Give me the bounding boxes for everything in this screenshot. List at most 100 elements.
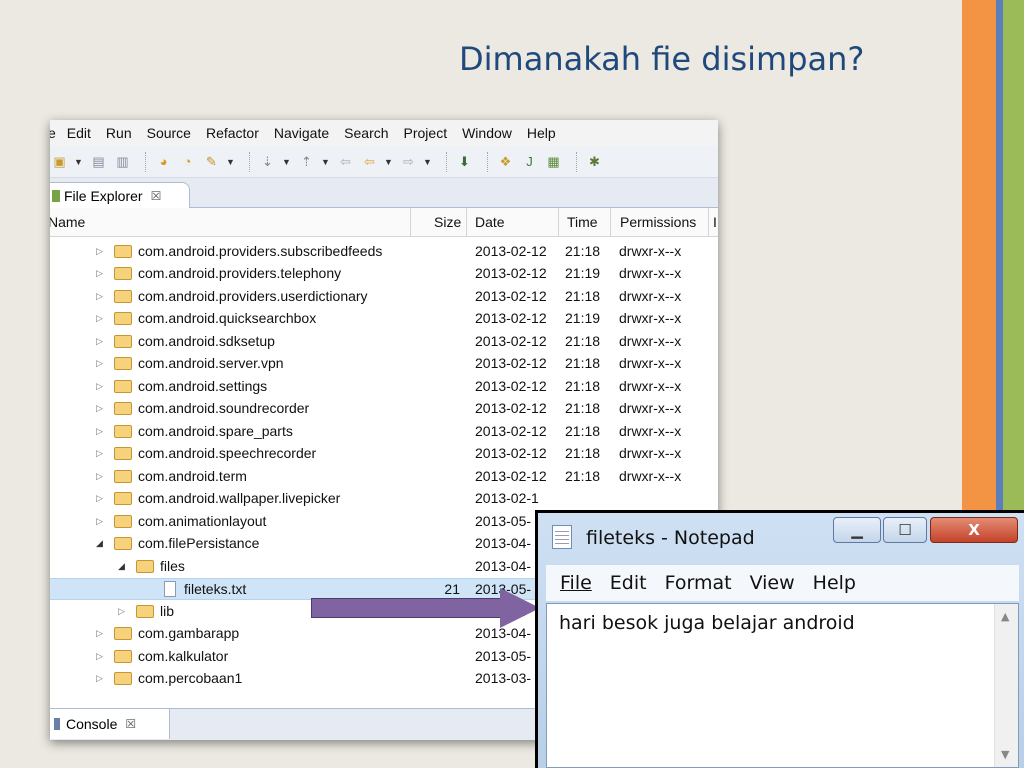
column-info[interactable]: I — [713, 214, 717, 230]
scroll-down-icon[interactable]: ▼ — [1001, 748, 1009, 761]
chevron-down-icon[interactable]: ▼ — [423, 153, 432, 171]
table-row[interactable]: ▷ com.android.server.vpn 2013-02-12 21:1… — [50, 353, 718, 375]
debug-icon[interactable]: ✱ — [585, 153, 604, 171]
toolbar-separator — [249, 151, 250, 172]
expand-arrow-icon[interactable]: ▷ — [118, 606, 125, 617]
column-name[interactable]: Name — [50, 214, 85, 230]
expand-arrow-icon[interactable]: ▷ — [96, 336, 103, 347]
table-row[interactable]: ▷ com.android.sdksetup 2013-02-12 21:18 … — [50, 331, 718, 353]
notepad-content: hari besok juga belajar android — [559, 612, 855, 634]
vertical-scrollbar[interactable]: ▲ ▼ — [994, 604, 1018, 767]
column-time[interactable]: Time — [567, 214, 598, 230]
prev-annotation-icon[interactable]: ⇡ — [297, 153, 316, 171]
row-date: 2013-02-12 — [475, 310, 547, 326]
table-row[interactable]: ▷ com.android.settings 2013-02-12 21:18 … — [50, 376, 718, 398]
expand-arrow-icon[interactable]: ▷ — [96, 628, 103, 639]
tab-console[interactable]: Console ☒ — [50, 709, 170, 739]
table-row[interactable]: ▷ com.android.soundrecorder 2013-02-12 2… — [50, 398, 718, 420]
table-row[interactable]: ▷ com.android.providers.subscribedfeeds … — [50, 241, 718, 263]
expand-arrow-icon[interactable]: ▷ — [96, 291, 103, 302]
collapse-arrow-icon[interactable]: ◢ — [118, 561, 125, 572]
last-edit-icon[interactable]: ⇦ — [336, 153, 355, 171]
table-row[interactable]: ▷ com.android.wallpaper.livepicker 2013-… — [50, 488, 718, 510]
expand-arrow-icon[interactable]: ▷ — [96, 246, 103, 257]
open-type-icon[interactable]: ◕ — [154, 153, 173, 171]
menu-source[interactable]: Source — [147, 125, 191, 141]
row-permissions: drwxr-x--x — [619, 400, 682, 416]
notepad-window: fileteks - Notepad ▁ ☐ X File Edit Forma… — [535, 510, 1024, 768]
download-icon[interactable]: ⬇ — [455, 153, 474, 171]
back-icon[interactable]: ⇦ — [360, 153, 379, 171]
folder-icon — [114, 650, 132, 663]
menu-project[interactable]: Project — [404, 125, 448, 141]
menu-edit[interactable]: Edit — [67, 125, 91, 141]
expand-arrow-icon[interactable]: ▷ — [96, 403, 103, 414]
new-file-icon[interactable]: ▦ — [544, 153, 563, 171]
menu-format[interactable]: Format — [665, 572, 732, 594]
row-permissions: drwxr-x--x — [619, 468, 682, 484]
table-row[interactable]: ▷ com.android.term 2013-02-12 21:18 drwx… — [50, 466, 718, 488]
scroll-up-icon[interactable]: ▲ — [1001, 610, 1009, 623]
expand-arrow-icon[interactable]: ▷ — [96, 493, 103, 504]
table-row[interactable]: ▷ com.android.providers.telephony 2013-0… — [50, 263, 718, 285]
notepad-menubar: File Edit Format View Help — [546, 565, 1019, 601]
next-annotation-icon[interactable]: ⇣ — [258, 153, 277, 171]
chevron-down-icon[interactable]: ▼ — [321, 153, 330, 171]
minimize-button[interactable]: ▁ — [833, 517, 881, 543]
save-icon[interactable]: ▤ — [89, 153, 108, 171]
column-size[interactable]: Size — [434, 214, 461, 230]
row-time: 21:18 — [565, 355, 601, 371]
menu-window[interactable]: Window — [462, 125, 512, 141]
expand-arrow-icon[interactable]: ▷ — [96, 448, 103, 459]
menu-help[interactable]: Help — [527, 125, 556, 141]
expand-arrow-icon[interactable]: ▷ — [96, 381, 103, 392]
forward-icon[interactable]: ⇨ — [399, 153, 418, 171]
close-icon[interactable]: ☒ — [125, 717, 136, 731]
row-permissions: drwxr-x--x — [619, 355, 682, 371]
close-icon[interactable]: ☒ — [151, 189, 162, 203]
notepad-titlebar[interactable]: fileteks - Notepad ▁ ☐ X — [538, 513, 1024, 563]
menu-run[interactable]: Run — [106, 125, 132, 141]
chevron-down-icon[interactable]: ▼ — [226, 153, 235, 171]
toolbar-separator — [576, 151, 577, 172]
expand-arrow-icon[interactable]: ▷ — [96, 268, 103, 279]
chevron-down-icon[interactable]: ▼ — [282, 153, 291, 171]
chevron-down-icon[interactable]: ▼ — [384, 153, 393, 171]
row-name: com.android.providers.subscribedfeeds — [138, 243, 383, 259]
menu-file[interactable]: File — [560, 572, 592, 594]
expand-arrow-icon[interactable]: ▷ — [96, 516, 103, 527]
table-row[interactable]: ▷ com.android.spare_parts 2013-02-12 21:… — [50, 421, 718, 443]
tab-file-explorer[interactable]: File Explorer ☒ — [50, 182, 190, 209]
column-date[interactable]: Date — [475, 214, 505, 230]
java-file-icon[interactable]: J — [520, 153, 539, 171]
table-row[interactable]: ▷ com.android.providers.userdictionary 2… — [50, 286, 718, 308]
pencil-icon[interactable]: ✎ — [202, 153, 221, 171]
menu-refactor[interactable]: Refactor — [206, 125, 259, 141]
expand-arrow-icon[interactable]: ▷ — [96, 651, 103, 662]
print-icon[interactable]: ▥ — [113, 153, 132, 171]
folder-icon — [114, 515, 132, 528]
menu-view[interactable]: View — [750, 572, 795, 594]
notepad-text-area[interactable]: hari besok juga belajar android ▲ ▼ — [546, 603, 1019, 768]
close-button[interactable]: X — [930, 517, 1018, 543]
menu-file[interactable]: e — [50, 125, 56, 141]
column-permissions[interactable]: Permissions — [620, 214, 696, 230]
open-folder-icon[interactable]: ◔ — [178, 153, 197, 171]
menu-edit[interactable]: Edit — [610, 572, 647, 594]
menu-navigate[interactable]: Navigate — [274, 125, 329, 141]
chevron-down-icon[interactable]: ▼ — [74, 153, 83, 171]
folder-icon — [114, 380, 132, 393]
expand-arrow-icon[interactable]: ▷ — [96, 426, 103, 437]
collapse-arrow-icon[interactable]: ◢ — [96, 538, 103, 549]
menu-search[interactable]: Search — [344, 125, 388, 141]
menu-help[interactable]: Help — [813, 572, 856, 594]
maximize-button[interactable]: ☐ — [883, 517, 927, 543]
expand-arrow-icon[interactable]: ▷ — [96, 313, 103, 324]
new-icon[interactable]: ▣ — [50, 153, 69, 171]
expand-arrow-icon[interactable]: ▷ — [96, 471, 103, 482]
expand-arrow-icon[interactable]: ▷ — [96, 673, 103, 684]
table-row[interactable]: ▷ com.android.quicksearchbox 2013-02-12 … — [50, 308, 718, 330]
package-icon[interactable]: ❖ — [496, 153, 515, 171]
expand-arrow-icon[interactable]: ▷ — [96, 358, 103, 369]
table-row[interactable]: ▷ com.android.speechrecorder 2013-02-12 … — [50, 443, 718, 465]
